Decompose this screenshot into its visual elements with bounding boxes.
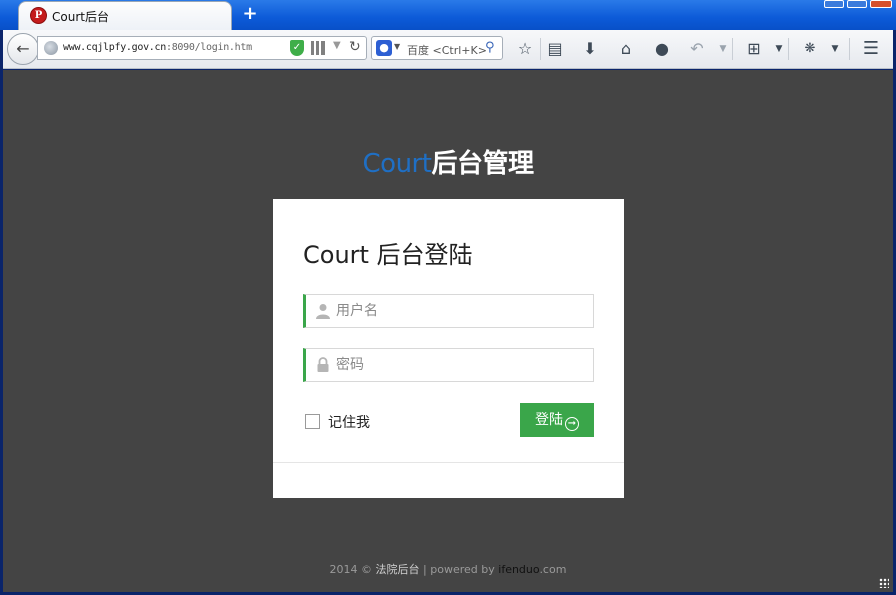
page-footer: 2014 © 法院后台 | powered by ifenduo.com xyxy=(3,561,893,577)
minimize-button[interactable] xyxy=(824,0,844,8)
browser-tab[interactable]: P Court后台 xyxy=(18,1,232,30)
search-placeholder: 百度 <Ctrl+K> xyxy=(407,44,487,57)
baidu-paw-icon[interactable]: ● xyxy=(376,40,392,56)
lock-icon xyxy=(317,357,329,372)
back-button[interactable]: ← xyxy=(7,33,39,65)
bug-dropdown-icon[interactable]: ▼ xyxy=(824,38,846,60)
crop-icon[interactable]: ⊞ xyxy=(743,38,765,60)
brand-court-text: Court xyxy=(362,149,432,179)
home-icon[interactable]: ⌂ xyxy=(615,38,637,60)
footer-year: 2014 xyxy=(329,563,358,576)
arrow-right-circle-icon: ➞ xyxy=(565,417,579,431)
footer-ifenduo-link[interactable]: ifenduo xyxy=(498,563,539,576)
remember-me-label[interactable]: 记住我 xyxy=(328,412,370,432)
footer-ifenduo-suffix[interactable]: .com xyxy=(539,563,566,576)
user-icon xyxy=(316,304,330,319)
back-arrow-icon: ← xyxy=(16,39,30,58)
undo-icon[interactable]: ↶ xyxy=(686,38,708,60)
tab-title: Court后台 xyxy=(52,10,109,24)
brand-title-text: 后台管理 xyxy=(431,149,534,179)
maximize-button[interactable] xyxy=(847,0,867,8)
reload-icon[interactable]: ↻ xyxy=(349,39,361,55)
globe-icon xyxy=(44,41,58,55)
page-viewport: Court后台管理 Court 后台登陆 记住我 登陆➞ 2014 © 法 xyxy=(3,70,893,592)
brand-logo: Court后台管理 xyxy=(3,147,893,181)
toolbar-separator xyxy=(540,38,541,60)
crop-dropdown-icon[interactable]: ▼ xyxy=(768,38,790,60)
login-button-label: 登陆 xyxy=(535,412,563,428)
undo-dropdown-icon[interactable]: ▼ xyxy=(712,38,734,60)
browser-toolbar: ← www.cqjlpfy.gov.cn:8090/login.htm ✓ ▼ … xyxy=(3,30,893,69)
close-window-button[interactable] xyxy=(870,0,892,8)
bug-icon[interactable]: ❋ xyxy=(799,38,821,60)
remember-me-checkbox[interactable] xyxy=(305,414,320,429)
search-engine-dropdown-icon[interactable]: ▼ xyxy=(394,42,400,51)
browser-titlebar: P Court后台 + xyxy=(0,0,896,30)
download-icon[interactable]: ⬇ xyxy=(579,38,601,60)
footer-copyright: © xyxy=(361,563,373,576)
footer-separator: | xyxy=(423,563,427,576)
toolbar-separator xyxy=(788,38,789,60)
login-button[interactable]: 登陆 ➞ xyxy=(520,403,594,437)
new-tab-button[interactable]: + xyxy=(240,4,260,24)
qr-code-icon[interactable] xyxy=(311,41,325,55)
toolbar-separator xyxy=(849,38,850,60)
card-divider xyxy=(273,462,624,463)
clipboard-icon[interactable]: ▤ xyxy=(544,38,566,60)
login-card: Court 后台登陆 记住我 登陆➞ xyxy=(273,199,624,498)
star-icon[interactable]: ☆ xyxy=(514,38,536,60)
resize-grip[interactable] xyxy=(879,578,889,588)
username-input[interactable] xyxy=(336,295,591,327)
toolbar-separator xyxy=(732,38,733,60)
address-bar[interactable]: www.cqjlpfy.gov.cn:8090/login.htm ✓ ▼ ↻ xyxy=(37,36,367,60)
url-text[interactable]: www.cqjlpfy.gov.cn:8090/login.htm xyxy=(63,42,252,53)
speech-bubble-icon[interactable]: ● xyxy=(651,38,673,60)
password-input[interactable] xyxy=(336,349,591,381)
footer-site-link[interactable]: 法院后台 xyxy=(376,563,420,576)
shield-check-icon[interactable]: ✓ xyxy=(290,40,304,56)
footer-powered-by: powered by xyxy=(430,563,495,576)
username-field[interactable] xyxy=(303,294,594,328)
hamburger-menu-icon[interactable]: ☰ xyxy=(860,38,882,60)
favicon-icon: P xyxy=(30,7,47,24)
magnifier-icon[interactable]: ⚲ xyxy=(485,40,495,55)
url-dropdown-icon[interactable]: ▼ xyxy=(333,40,341,51)
login-title: Court 后台登陆 xyxy=(303,241,473,269)
search-bar[interactable]: ● ▼ 百度 <Ctrl+K> ⚲ xyxy=(371,36,503,60)
password-field[interactable] xyxy=(303,348,594,382)
